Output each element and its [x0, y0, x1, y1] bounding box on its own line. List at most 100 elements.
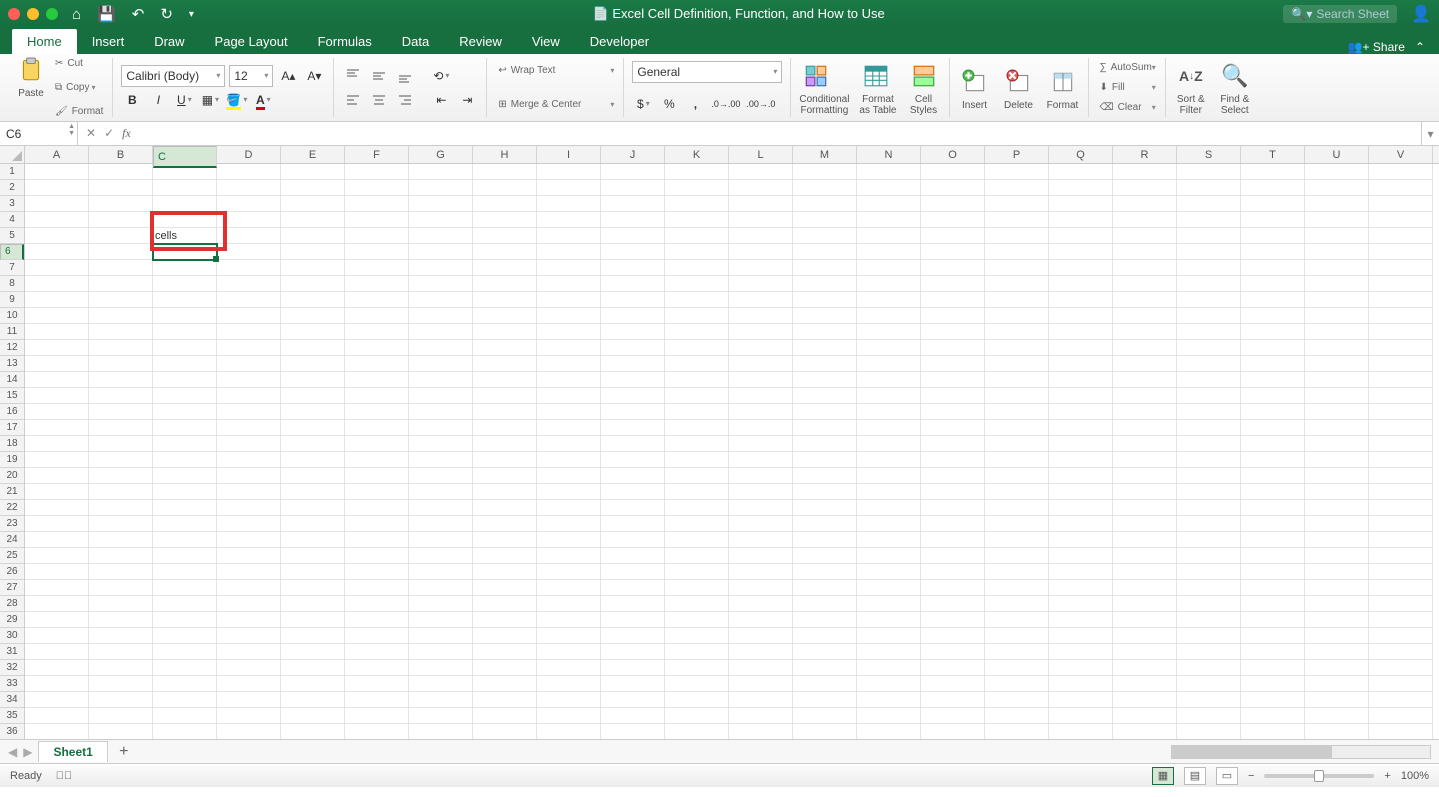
cell[interactable]	[1113, 516, 1177, 532]
cell[interactable]	[153, 468, 217, 484]
cell[interactable]	[665, 244, 729, 260]
cell[interactable]	[153, 660, 217, 676]
cell[interactable]	[793, 468, 857, 484]
cell[interactable]	[25, 516, 89, 532]
cell[interactable]	[1369, 452, 1433, 468]
cell[interactable]	[217, 484, 281, 500]
cell[interactable]	[857, 292, 921, 308]
cell[interactable]	[729, 500, 793, 516]
cell[interactable]	[153, 580, 217, 596]
cell[interactable]	[601, 420, 665, 436]
cell[interactable]	[473, 372, 537, 388]
cell[interactable]	[1369, 612, 1433, 628]
cell[interactable]	[345, 212, 409, 228]
cell[interactable]	[793, 164, 857, 180]
cell[interactable]	[1177, 564, 1241, 580]
cell[interactable]	[1177, 260, 1241, 276]
insert-cells-icon[interactable]	[958, 65, 992, 99]
cell[interactable]	[1049, 420, 1113, 436]
cell[interactable]	[1241, 340, 1305, 356]
cell[interactable]	[1177, 228, 1241, 244]
cell[interactable]	[153, 612, 217, 628]
cell[interactable]	[793, 644, 857, 660]
cell[interactable]	[537, 532, 601, 548]
row-header[interactable]: 1	[0, 164, 24, 180]
cell[interactable]	[665, 660, 729, 676]
cell[interactable]	[281, 580, 345, 596]
cell[interactable]	[25, 644, 89, 660]
cell[interactable]	[793, 724, 857, 739]
cell[interactable]	[537, 404, 601, 420]
column-header[interactable]: D	[217, 146, 281, 163]
cell[interactable]	[25, 324, 89, 340]
cell[interactable]	[857, 724, 921, 739]
cell[interactable]	[473, 292, 537, 308]
cell[interactable]	[217, 276, 281, 292]
cell[interactable]	[985, 228, 1049, 244]
cell[interactable]	[345, 404, 409, 420]
cell[interactable]	[217, 196, 281, 212]
align-middle-icon[interactable]	[368, 65, 390, 87]
format-cells-icon[interactable]	[1046, 65, 1080, 99]
cell[interactable]	[1305, 324, 1369, 340]
cell[interactable]	[1113, 468, 1177, 484]
cell[interactable]	[473, 516, 537, 532]
cell[interactable]	[985, 292, 1049, 308]
cell[interactable]	[921, 484, 985, 500]
cell[interactable]	[665, 468, 729, 484]
cell[interactable]	[985, 276, 1049, 292]
cell[interactable]	[665, 692, 729, 708]
cell[interactable]	[729, 212, 793, 228]
cell[interactable]	[409, 340, 473, 356]
cell[interactable]	[1049, 308, 1113, 324]
cell[interactable]	[1241, 500, 1305, 516]
cell[interactable]	[25, 228, 89, 244]
cell[interactable]	[665, 516, 729, 532]
cell[interactable]	[793, 692, 857, 708]
cell[interactable]	[89, 340, 153, 356]
cell[interactable]	[153, 276, 217, 292]
cell[interactable]	[345, 420, 409, 436]
cell[interactable]	[153, 212, 217, 228]
column-header[interactable]: J	[601, 146, 665, 163]
cell[interactable]	[601, 692, 665, 708]
cell[interactable]	[1241, 612, 1305, 628]
cell[interactable]	[601, 404, 665, 420]
cell[interactable]	[1369, 564, 1433, 580]
cell[interactable]	[1177, 724, 1241, 739]
cell[interactable]	[537, 324, 601, 340]
row-header[interactable]: 5	[0, 228, 24, 244]
row-header[interactable]: 26	[0, 564, 24, 580]
cell[interactable]	[409, 516, 473, 532]
cell[interactable]	[281, 644, 345, 660]
cell[interactable]	[281, 452, 345, 468]
cell[interactable]	[537, 580, 601, 596]
cell[interactable]	[985, 484, 1049, 500]
cell[interactable]	[1305, 308, 1369, 324]
cell[interactable]	[25, 564, 89, 580]
cell[interactable]	[1113, 292, 1177, 308]
cell[interactable]	[89, 660, 153, 676]
cell[interactable]	[857, 260, 921, 276]
cell[interactable]	[665, 484, 729, 500]
cell[interactable]	[1369, 628, 1433, 644]
cell[interactable]	[729, 164, 793, 180]
cell[interactable]	[217, 420, 281, 436]
cell[interactable]	[473, 228, 537, 244]
cell[interactable]	[281, 180, 345, 196]
cell[interactable]	[1113, 500, 1177, 516]
increase-indent-icon[interactable]: ⇥	[456, 89, 478, 111]
cell[interactable]	[793, 276, 857, 292]
cell[interactable]	[153, 356, 217, 372]
row-header[interactable]: 17	[0, 420, 24, 436]
cell[interactable]	[793, 452, 857, 468]
cell[interactable]	[857, 372, 921, 388]
cell[interactable]	[1177, 292, 1241, 308]
cell[interactable]	[601, 276, 665, 292]
cell[interactable]	[409, 372, 473, 388]
cell[interactable]	[217, 436, 281, 452]
cell[interactable]	[345, 644, 409, 660]
cell[interactable]	[857, 324, 921, 340]
cell[interactable]	[985, 436, 1049, 452]
cell[interactable]	[281, 228, 345, 244]
